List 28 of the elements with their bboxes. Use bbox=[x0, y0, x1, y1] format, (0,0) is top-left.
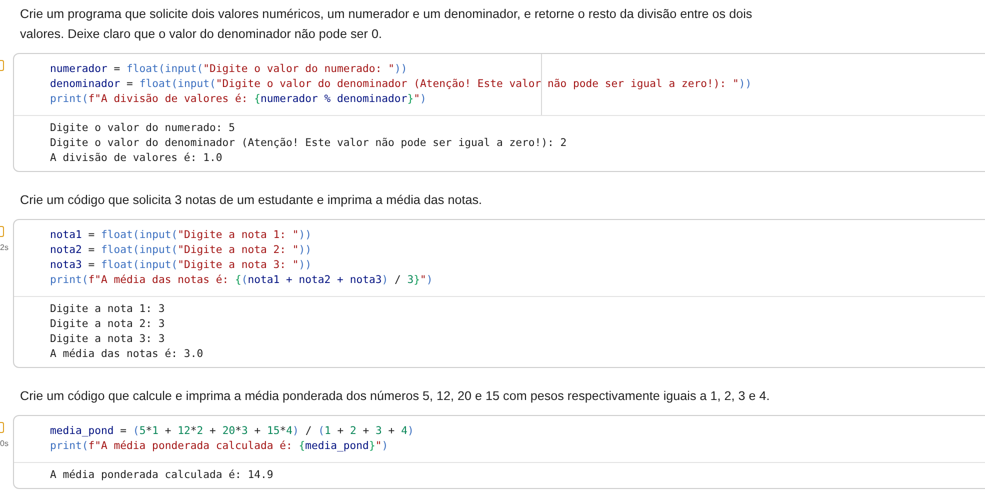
code-line: print(f"A média das notas é: {(nota1 + nota2 + nota3) / 3}") bbox=[50, 273, 433, 288]
execution-time: 0s bbox=[0, 439, 8, 448]
code-line: print(f"A divisão de valores é: {numerador % denominador}") bbox=[50, 92, 426, 107]
code-editor[interactable]: nota1 = float(input("Digite a nota 1: ")) nota2 = float(input("Digite a nota 2: ")) nota3 = float(input("Digite a nota 3: ")) print(f"A média das notas é: {(nota1 + nota2 + nota3) / 3}") bbox=[14, 220, 985, 297]
output-line: A divisão de valores é: 1.0 bbox=[50, 151, 222, 166]
run-button[interactable] bbox=[0, 60, 4, 71]
code-line: media_pond = (5*1 + 12*2 + 20*3 + 15*4) / (1 + 2 + 3 + 4) bbox=[50, 424, 414, 439]
code-line: print(f"A média ponderada calculada é: {media_pond}") bbox=[50, 439, 388, 454]
code-editor[interactable]: media_pond = (5*1 + 12*2 + 20*3 + 15*4) / (1 + 2 + 3 + 4) print(f"A média ponderada calculada é: {media_pond}") bbox=[14, 416, 985, 463]
code-line: nota3 = float(input("Digite a nota 3: ")) bbox=[50, 258, 312, 273]
output-line: Digite o valor do numerado: 5 bbox=[50, 121, 235, 136]
output-line: Digite a nota 2: 3 bbox=[50, 317, 165, 332]
code-line: numerador = float(input("Digite o valor do numerado: ")) bbox=[50, 62, 408, 77]
run-button[interactable] bbox=[0, 422, 4, 433]
run-button[interactable] bbox=[0, 226, 4, 237]
text-cell-text: Crie um código que solicita 3 notas de um estudante e imprima a média das notas. bbox=[19, 192, 484, 209]
execution-time: 2s bbox=[0, 243, 8, 252]
code-line: denominador = float(input("Digite o valor do denominador (Atenção! Este valor não pode ser igual a zero!): ")) bbox=[50, 77, 752, 92]
output-line: A média ponderada calculada é: 14.9 bbox=[50, 468, 274, 483]
text-cell-text: Crie um programa que solicite dois valores numéricos, um numerador e um denominador, e retorne o resto da divisão entre os dois valores. Deixe claro que o valor do denominador não pode ser 0. bbox=[19, 6, 754, 43]
text-cell-text: Crie um código que calcule e imprima a média ponderada dos números 5, 12, 20 e 15 com pesos respectivamente iguais a 1, 2, 3 e 4. bbox=[19, 388, 771, 405]
code-line: nota1 = float(input("Digite a nota 1: ")) bbox=[50, 228, 312, 243]
code-editor[interactable] bbox=[14, 54, 985, 116]
output-line: Digite a nota 1: 3 bbox=[50, 302, 165, 317]
output-line: Digite o valor do denominador (Atenção! Este valor não pode ser igual a zero!): 2 bbox=[50, 136, 567, 151]
code-line: nota2 = float(input("Digite a nota 2: ")) bbox=[50, 243, 312, 258]
output-line: A média das notas é: 3.0 bbox=[50, 347, 204, 362]
output-line: Digite a nota 3: 3 bbox=[50, 332, 165, 347]
